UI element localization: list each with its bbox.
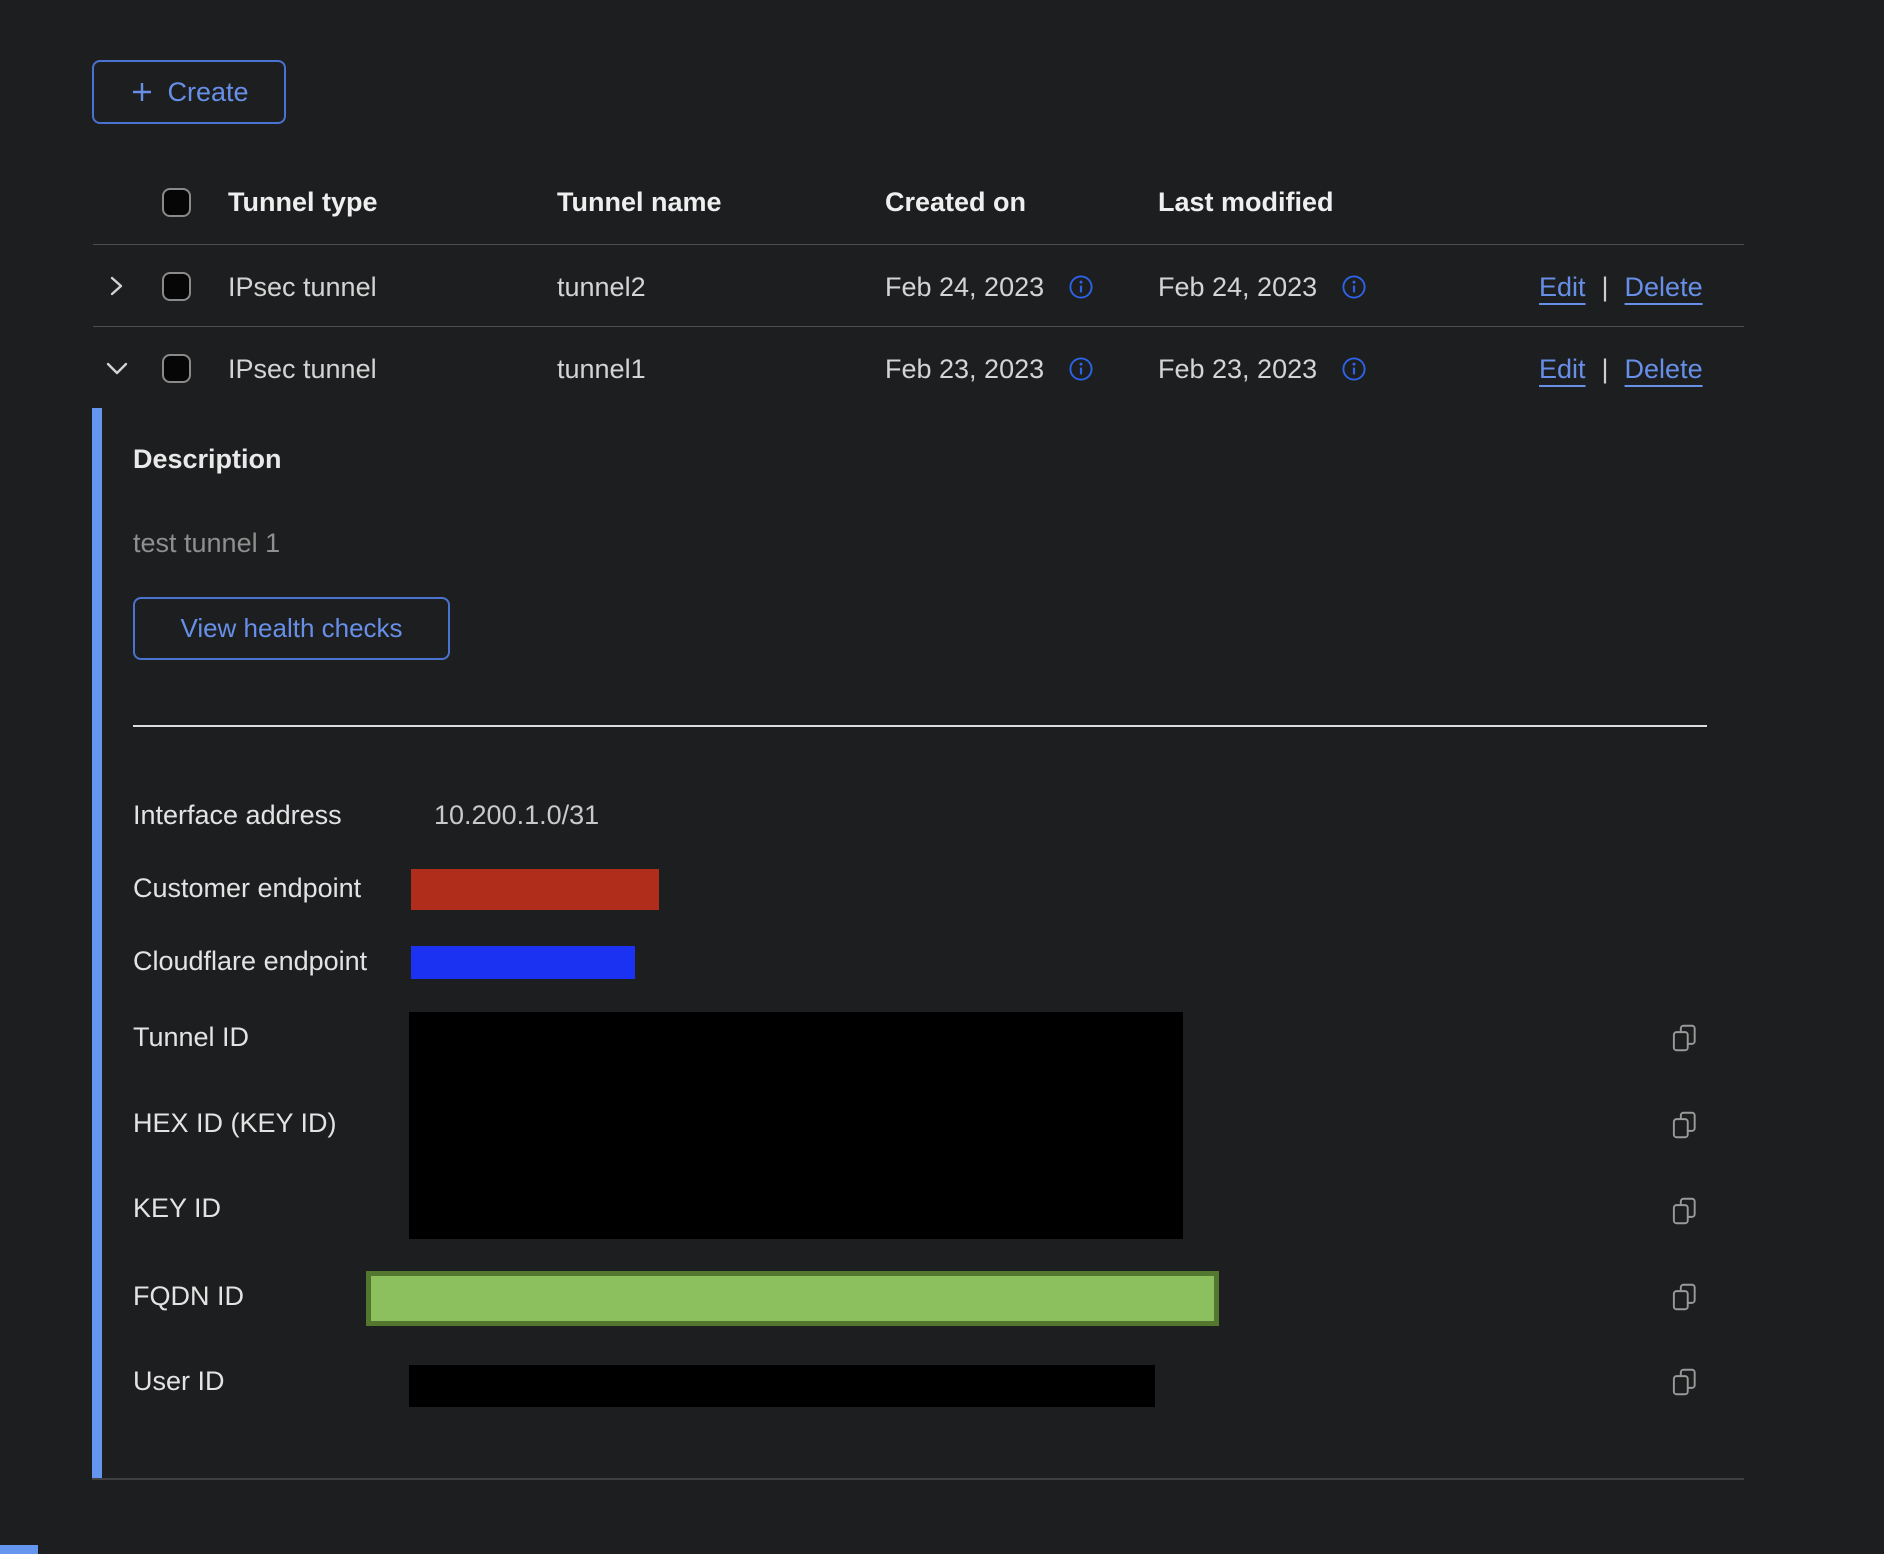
expand-row-button[interactable] <box>101 272 131 302</box>
tunnel-type-cell: IPsec tunnel <box>228 271 377 303</box>
last-modified-value: Feb 23, 2023 <box>1158 353 1317 385</box>
redaction-block-fqdn-id <box>366 1271 1219 1326</box>
plus-icon <box>129 79 155 105</box>
field-label-hex-id: HEX ID (KEY ID) <box>133 1107 337 1140</box>
delete-link[interactable]: Delete <box>1625 353 1703 385</box>
view-health-checks-button[interactable]: View health checks <box>133 597 450 660</box>
chevron-right-icon <box>102 272 130 300</box>
column-header-created-on: Created on <box>885 186 1026 218</box>
create-button[interactable]: Create <box>92 60 286 124</box>
info-icon[interactable] <box>1341 356 1367 382</box>
collapse-row-button[interactable] <box>101 354 131 384</box>
tunnel-name-cell: tunnel1 <box>557 353 646 385</box>
column-header-tunnel-name: Tunnel name <box>557 186 722 218</box>
redaction-block-cloudflare-endpoint <box>411 946 635 979</box>
last-modified-value: Feb 24, 2023 <box>1158 271 1317 303</box>
created-on-value: Feb 24, 2023 <box>885 271 1044 303</box>
row-actions: Edit | Delete <box>1539 353 1703 385</box>
redaction-block-customer-endpoint <box>411 869 659 910</box>
column-header-last-modified: Last modified <box>1158 186 1334 218</box>
field-label-cloudflare-endpoint: Cloudflare endpoint <box>133 945 367 978</box>
created-on-value: Feb 23, 2023 <box>885 353 1044 385</box>
clipped-scroll-indicator <box>0 1545 38 1554</box>
field-label-tunnel-id: Tunnel ID <box>133 1021 249 1054</box>
row-actions: Edit | Delete <box>1539 271 1703 303</box>
expansion-indicator-bar <box>92 408 102 1478</box>
field-label-key-id: KEY ID <box>133 1192 221 1225</box>
last-modified-cell: Feb 24, 2023 <box>1158 271 1367 303</box>
edit-link[interactable]: Edit <box>1539 271 1586 303</box>
table-row: IPsec tunnel tunnel2 Feb 24, 2023 Feb 24… <box>93 246 1744 327</box>
info-icon[interactable] <box>1068 274 1094 300</box>
delete-link[interactable]: Delete <box>1625 271 1703 303</box>
created-on-cell: Feb 23, 2023 <box>885 353 1094 385</box>
copy-icon-key-id[interactable] <box>1668 1195 1700 1227</box>
info-icon[interactable] <box>1341 274 1367 300</box>
last-modified-cell: Feb 23, 2023 <box>1158 353 1367 385</box>
redaction-block-ids <box>409 1012 1183 1239</box>
field-label-fqdn-id: FQDN ID <box>133 1280 244 1313</box>
column-header-tunnel-type: Tunnel type <box>228 186 378 218</box>
select-all-checkbox[interactable] <box>162 188 191 217</box>
field-label-interface-address: Interface address <box>133 799 342 832</box>
expanded-tunnel-panel: Description test tunnel 1 View health ch… <box>92 408 1744 1480</box>
chevron-down-icon <box>102 354 130 382</box>
copy-icon-fqdn-id[interactable] <box>1668 1281 1700 1313</box>
create-button-label: Create <box>167 77 248 108</box>
table-header: Tunnel type Tunnel name Created on Last … <box>93 160 1744 245</box>
description-text: test tunnel 1 <box>133 528 280 559</box>
field-label-customer-endpoint: Customer endpoint <box>133 872 361 905</box>
action-separator: | <box>1602 353 1609 385</box>
field-value-interface-address: 10.200.1.0/31 <box>434 799 599 832</box>
panel-divider <box>133 725 1707 727</box>
row-checkbox[interactable] <box>162 272 191 301</box>
row-checkbox[interactable] <box>162 354 191 383</box>
tunnel-name-cell: tunnel2 <box>557 271 646 303</box>
created-on-cell: Feb 24, 2023 <box>885 271 1094 303</box>
field-label-user-id: User ID <box>133 1365 225 1398</box>
copy-icon-hex-id[interactable] <box>1668 1109 1700 1141</box>
copy-icon-user-id[interactable] <box>1668 1366 1700 1398</box>
description-heading: Description <box>133 444 282 475</box>
action-separator: | <box>1602 271 1609 303</box>
info-icon[interactable] <box>1068 356 1094 382</box>
copy-icon-tunnel-id[interactable] <box>1668 1022 1700 1054</box>
edit-link[interactable]: Edit <box>1539 353 1586 385</box>
redaction-block-user-id <box>409 1365 1155 1407</box>
table-row: IPsec tunnel tunnel1 Feb 23, 2023 Feb 23… <box>93 328 1744 408</box>
ipsec-tunnels-page: Create Tunnel type Tunnel name Created o… <box>0 0 1884 1554</box>
tunnel-type-cell: IPsec tunnel <box>228 353 377 385</box>
